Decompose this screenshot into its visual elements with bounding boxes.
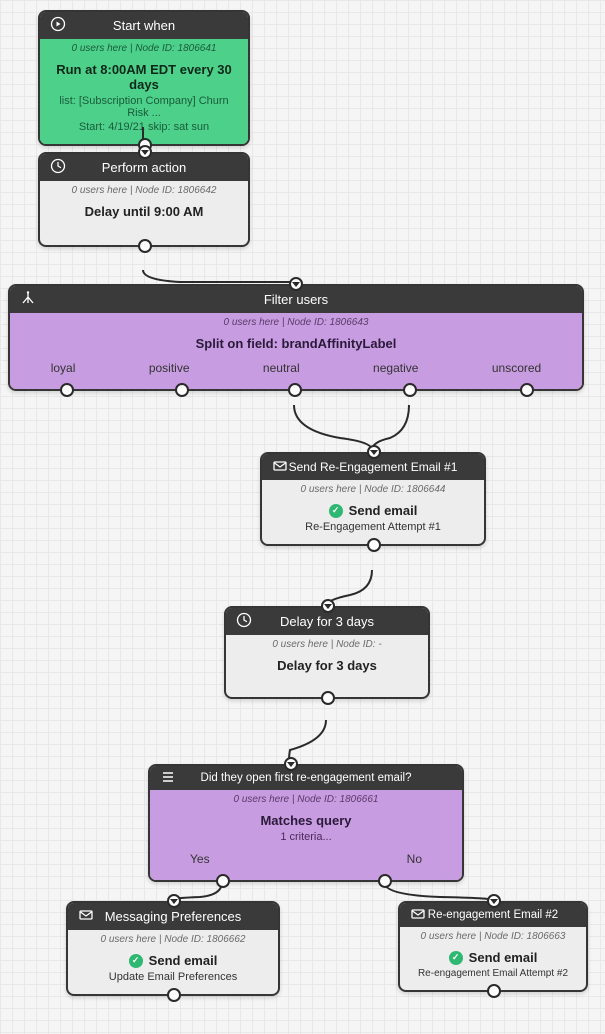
node-open-email-query[interactable]: Did they open first re-engagement email?… — [148, 764, 464, 882]
node-meta: 0 users here | Node ID: 1806641 — [40, 39, 248, 56]
node-title: Delay for 3 days — [234, 656, 420, 675]
header-label: Perform action — [102, 160, 187, 175]
port-out-yes[interactable] — [216, 874, 230, 888]
node-meta: 0 users here | Node ID: - — [226, 635, 428, 652]
port-out[interactable] — [367, 538, 381, 552]
node-sub: 1 criteria... — [158, 830, 454, 844]
port-in[interactable] — [367, 445, 381, 459]
branch-icon — [20, 290, 36, 309]
port-out-positive[interactable] — [175, 383, 189, 397]
label-no: No — [407, 852, 422, 866]
port-out-negative[interactable] — [403, 383, 417, 397]
node-messaging-preferences[interactable]: Messaging Preferences 0 users here | Nod… — [66, 901, 280, 996]
port-out-neutral[interactable] — [288, 383, 302, 397]
envelope-icon — [410, 906, 426, 925]
node-sub: Re-Engagement Attempt #1 — [270, 520, 476, 534]
node-meta: 0 users here | Node ID: 1806642 — [40, 181, 248, 198]
header-label: Did they open first re-engagement email? — [201, 772, 412, 784]
option-negative: negative — [373, 361, 418, 375]
port-in[interactable] — [284, 757, 298, 771]
node-reengagement-email-2[interactable]: Re-engagement Email #2 0 users here | No… — [398, 901, 588, 992]
node-sub-list: list: [Subscription Company] Churn Risk … — [48, 94, 240, 120]
port-in[interactable] — [487, 894, 501, 908]
header-label: Re-engagement Email #2 — [428, 909, 558, 921]
node-title: Delay until 9:00 AM — [48, 202, 240, 221]
node-delay-3-days[interactable]: Delay for 3 days 0 users here | Node ID:… — [224, 606, 430, 699]
port-out-unscored[interactable] — [520, 383, 534, 397]
header-label: Send Re-Engagement Email #1 — [289, 460, 458, 474]
header-label: Filter users — [264, 292, 328, 307]
port-in[interactable] — [138, 145, 152, 159]
node-header: Start when — [40, 12, 248, 39]
check-icon: ✓ — [449, 951, 463, 965]
node-perform-action[interactable]: Perform action 0 users here | Node ID: 1… — [38, 152, 250, 247]
label-yes: Yes — [190, 852, 210, 866]
clock-icon — [50, 158, 66, 177]
node-sub: Update Email Preferences — [76, 970, 270, 984]
option-unscored: unscored — [492, 361, 541, 375]
port-in[interactable] — [321, 599, 335, 613]
check-icon: ✓ — [129, 954, 143, 968]
node-meta: 0 users here | Node ID: 1806661 — [150, 790, 462, 807]
header-label: Start when — [113, 18, 175, 33]
port-out[interactable] — [487, 984, 501, 998]
node-meta: 0 users here | Node ID: 1806663 — [400, 927, 586, 944]
option-positive: positive — [149, 361, 190, 375]
port-out[interactable] — [138, 239, 152, 253]
node-start-when[interactable]: Start when 0 users here | Node ID: 18066… — [38, 10, 250, 146]
envelope-icon — [272, 458, 288, 477]
play-icon — [50, 16, 66, 35]
list-icon — [160, 769, 176, 788]
node-sub: Re-engagement Email Attempt #2 — [408, 967, 578, 980]
node-title: ✓ Send email — [270, 501, 476, 520]
node-meta: 0 users here | Node ID: 1806644 — [262, 480, 484, 497]
port-in[interactable] — [289, 277, 303, 291]
node-title: ✓ Send email — [76, 951, 270, 970]
node-meta: 0 users here | Node ID: 1806662 — [68, 930, 278, 947]
option-loyal: loyal — [51, 361, 76, 375]
node-filter-users[interactable]: Filter users 0 users here | Node ID: 180… — [8, 284, 584, 391]
node-sub-schedule: Start: 4/19/21 skip: sat sun — [48, 120, 240, 134]
check-icon: ✓ — [329, 504, 343, 518]
clock-icon — [236, 612, 252, 631]
port-in[interactable] — [167, 894, 181, 908]
header-label: Delay for 3 days — [280, 614, 374, 629]
port-out-loyal[interactable] — [60, 383, 74, 397]
port-out-no[interactable] — [378, 874, 392, 888]
envelope-icon — [78, 907, 94, 926]
header-label: Messaging Preferences — [105, 909, 242, 924]
node-send-email-1[interactable]: Send Re-Engagement Email #1 0 users here… — [260, 452, 486, 546]
node-title: Split on field: brandAffinityLabel — [18, 334, 574, 353]
port-out[interactable] — [167, 988, 181, 1002]
node-header: Did they open first re-engagement email? — [150, 766, 462, 790]
node-meta: 0 users here | Node ID: 1806643 — [10, 313, 582, 330]
node-title: Matches query — [158, 811, 454, 830]
node-title: Run at 8:00AM EDT every 30 days — [48, 60, 240, 94]
port-out[interactable] — [321, 691, 335, 705]
option-neutral: neutral — [263, 361, 300, 375]
node-title: ✓ Send email — [408, 948, 578, 967]
yes-no-labels: Yes No — [150, 846, 462, 880]
